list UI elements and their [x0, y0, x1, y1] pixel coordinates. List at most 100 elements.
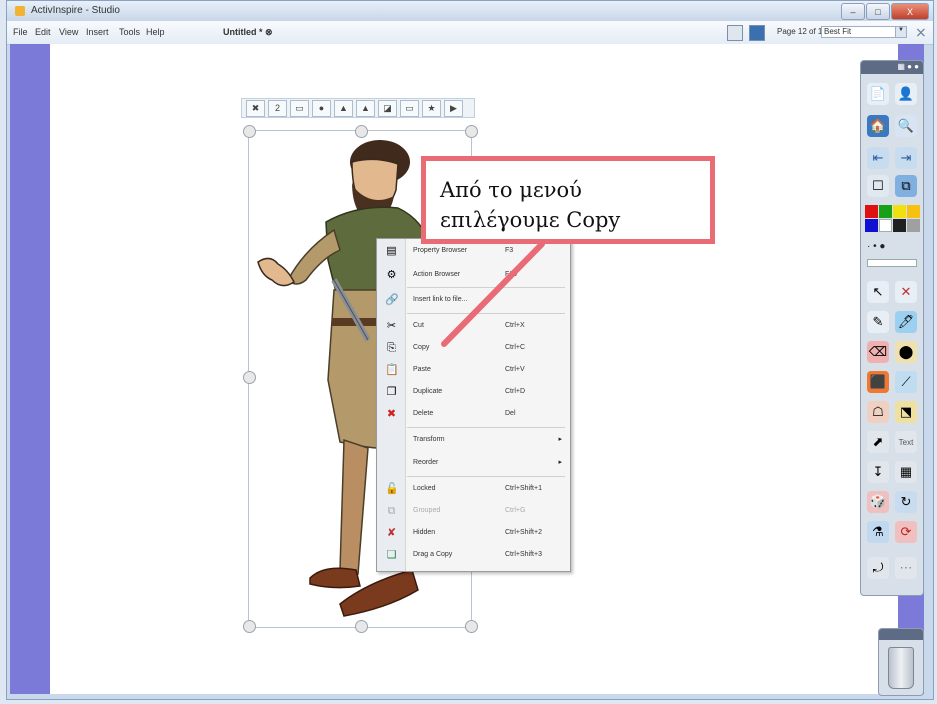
highlighter-tool[interactable]: 🖊	[895, 311, 917, 333]
dice-tool[interactable]: 🎲	[867, 491, 889, 513]
menu-help[interactable]: Help	[146, 27, 165, 37]
trash-can-icon[interactable]	[888, 647, 914, 689]
menu-item-reorder[interactable]: Reorder ▸	[377, 453, 570, 475]
swatch-white[interactable]	[879, 219, 892, 232]
menu-item-label: Paste	[413, 366, 431, 373]
favourite-button[interactable]: ★	[422, 99, 441, 117]
properties-icon: ▤	[386, 245, 397, 257]
swatch-grey[interactable]	[907, 219, 920, 232]
spotlight-tool[interactable]: ↧	[867, 461, 889, 483]
menu-item-hidden[interactable]: ✘ Hidden Ctrl+Shift+2	[377, 523, 570, 545]
callout-text: Από το μενού επιλέγουμε Copy	[440, 178, 621, 232]
instruction-callout: Από το μενού επιλέγουμε Copy	[421, 156, 715, 244]
edit-shape-button[interactable]: ▭	[400, 99, 419, 117]
close-button[interactable]: X	[891, 3, 929, 20]
send-to-back-button[interactable]: ◪	[378, 99, 397, 117]
eraser-tool[interactable]: ⌫	[867, 341, 889, 363]
dual-user-icon[interactable]	[727, 25, 743, 41]
magic-ink-tool[interactable]: ☖	[867, 401, 889, 423]
handwriting-tool[interactable]: ⬔	[895, 401, 917, 423]
calculator-tool[interactable]: ▦	[895, 461, 917, 483]
undo-redo-tool[interactable]: ↻	[895, 491, 917, 513]
drag-copy-icon: ❏	[386, 549, 397, 561]
shape-tool[interactable]: ⬛	[867, 371, 889, 393]
chevron-down-icon[interactable]: ▼	[895, 27, 906, 37]
toolbox-controls-icon[interactable]: ▦ ● ●	[897, 62, 919, 71]
more-tools-button[interactable]: ⋯	[895, 557, 917, 579]
submenu-arrow-icon: ▸	[558, 459, 562, 466]
zoom-select[interactable]: Best Fit ▼	[821, 26, 907, 38]
bring-forward-button[interactable]: ▭	[290, 99, 309, 117]
menu-file[interactable]: File	[13, 27, 28, 37]
clear-page-tool[interactable]: ⧉	[895, 175, 917, 197]
copy-icon: ⎘	[387, 342, 396, 354]
menu-insert[interactable]: Insert	[86, 27, 109, 37]
zoom-tool[interactable]: 🔍	[895, 115, 917, 137]
menu-item-label: Grouped	[413, 507, 441, 514]
maximize-button[interactable]: □	[866, 3, 890, 20]
swatch-green[interactable]	[879, 205, 892, 218]
activinspire-logo-icon	[15, 6, 25, 16]
document-tab[interactable]: Untitled * ⊗	[223, 27, 273, 38]
send-backward-button[interactable]: ▲	[334, 99, 353, 117]
swatch-blue[interactable]	[865, 219, 878, 232]
delete-object-button[interactable]: ✖	[246, 99, 265, 117]
pen-tool[interactable]: ✎	[867, 311, 889, 333]
swatch-amber[interactable]	[907, 205, 920, 218]
next-page-tool[interactable]: ⇥	[895, 147, 917, 169]
menu-item-duplicate[interactable]: ❐ Duplicate Ctrl+D	[377, 382, 570, 404]
page-indicator: Page 12 of 12	[777, 27, 827, 36]
menu-item-drag-a-copy[interactable]: ❏ Drag a Copy Ctrl+Shift+3	[377, 545, 570, 567]
menu-item-shortcut: Ctrl+V	[505, 366, 525, 373]
action-icon: ⚙	[386, 269, 397, 281]
camera-tool[interactable]: ⚗	[867, 521, 889, 543]
previous-page-tool[interactable]: ⇤	[867, 147, 889, 169]
flipchart-view-icon[interactable]	[749, 25, 765, 41]
pen-width-selector[interactable]: · • ●	[867, 241, 917, 255]
menu-item-label: Copy	[413, 344, 430, 351]
duplicate-icon: ❐	[386, 386, 397, 398]
close-flipchart-icon[interactable]: ⨯	[915, 24, 929, 40]
swatch-red[interactable]	[865, 205, 878, 218]
more-options-button[interactable]: ▶	[444, 99, 463, 117]
reset-tool[interactable]: ⟳	[895, 521, 917, 543]
main-menu-tool[interactable]: 📄	[867, 83, 889, 105]
minimize-button[interactable]: –	[841, 3, 865, 20]
menu-item-locked[interactable]: 🔓 Locked Ctrl+Shift+1	[377, 479, 570, 501]
menu-item-shortcut: Del	[505, 410, 516, 417]
menu-item-delete[interactable]: ✖ Delete Del	[377, 404, 570, 426]
menu-item-label: Delete	[413, 410, 434, 417]
menu-item-shortcut: Ctrl+Shift+1	[505, 485, 542, 492]
fill-tool[interactable]: ⬤	[895, 341, 917, 363]
menu-item-paste[interactable]: 📋 Paste Ctrl+V	[377, 360, 570, 382]
menu-edit[interactable]: Edit	[35, 27, 51, 37]
menu-item-grouped[interactable]: ⧉ Grouped Ctrl+G	[377, 501, 570, 523]
width-slider[interactable]	[867, 259, 917, 267]
swatch-yellow[interactable]	[893, 205, 906, 218]
menu-separator	[407, 476, 565, 477]
menu-item-shortcut: Ctrl+Shift+2	[505, 529, 542, 536]
bring-to-front-button[interactable]: ▲	[356, 99, 375, 117]
undo-tool[interactable]: ⤾	[867, 557, 889, 579]
select-tool[interactable]: ↖	[867, 281, 889, 303]
toolbox-header[interactable]: ▦ ● ●	[861, 61, 923, 74]
reset-page-tool[interactable]: ☐	[867, 175, 889, 197]
menu-tools[interactable]: Tools	[119, 27, 140, 37]
menu-item-label: Locked	[413, 485, 436, 492]
menu-item-shortcut: Ctrl+Shift+3	[505, 551, 542, 558]
menu-view[interactable]: View	[59, 27, 78, 37]
menu-item-label: Drag a Copy	[413, 551, 453, 558]
swatch-black[interactable]	[893, 219, 906, 232]
connector-tool[interactable]: ⟋	[895, 371, 917, 393]
desktop-annotate-tool[interactable]: 🏠	[867, 115, 889, 137]
flipchart-border-left	[10, 44, 50, 694]
marquee-tool[interactable]: ✕	[895, 281, 917, 303]
menu-item-shortcut: Ctrl+D	[505, 388, 526, 395]
line-tool[interactable]: ⬈	[867, 431, 889, 453]
duplicate-object-button[interactable]: 2	[268, 99, 287, 117]
browsers-tool[interactable]: 👤	[895, 83, 917, 105]
text-tool[interactable]: Text	[895, 431, 917, 453]
menu-item-transform[interactable]: Transform ▸	[377, 430, 570, 452]
menu-item-label: Reorder	[413, 459, 439, 466]
fill-button[interactable]: ●	[312, 99, 331, 117]
